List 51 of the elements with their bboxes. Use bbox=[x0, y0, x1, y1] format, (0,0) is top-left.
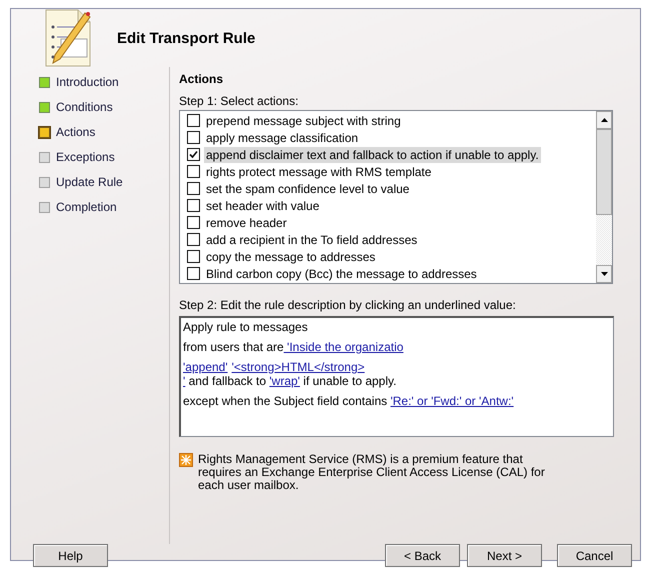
action-item[interactable]: copy the message to addresses bbox=[204, 248, 378, 264]
checkbox[interactable] bbox=[187, 267, 200, 280]
nav-button[interactable]: Next > bbox=[467, 544, 542, 567]
dialog-title: Edit Transport Rule bbox=[117, 30, 256, 46]
nav-button[interactable]: < Back bbox=[385, 544, 460, 567]
checkbox[interactable] bbox=[187, 148, 200, 161]
checkbox[interactable] bbox=[187, 165, 200, 178]
action-item[interactable]: apply message classification bbox=[204, 130, 360, 146]
description-text: Apply rule to messages bbox=[183, 320, 308, 334]
description-text: and fallback to bbox=[188, 374, 268, 388]
action-item[interactable]: rights protect message with RMS template bbox=[204, 164, 434, 180]
value-link[interactable]: '<strong>HTML</strong> bbox=[232, 360, 365, 374]
up-arrow-icon[interactable] bbox=[600, 118, 608, 122]
action-item[interactable]: prepend message subject with string bbox=[204, 112, 403, 128]
wizard-step[interactable]: Completion bbox=[56, 200, 117, 214]
description-text: from users that are bbox=[183, 340, 284, 354]
document-pencil-icon bbox=[45, 9, 92, 67]
action-item[interactable]: Blind carbon copy (Bcc) the message to addresses bbox=[204, 266, 479, 282]
value-link[interactable]: 'Inside the organizatio bbox=[284, 340, 404, 354]
help-button[interactable]: Help bbox=[33, 544, 108, 567]
wizard-step[interactable]: Introduction bbox=[56, 75, 119, 89]
action-item[interactable]: set header with value bbox=[204, 198, 322, 214]
checkbox[interactable] bbox=[187, 233, 200, 246]
wizard-step[interactable]: Update Rule bbox=[56, 175, 123, 189]
checkbox[interactable] bbox=[187, 114, 200, 127]
wizard-step[interactable]: Actions bbox=[56, 125, 96, 139]
exchange-logo-icon bbox=[179, 453, 193, 467]
checkbox[interactable] bbox=[187, 250, 200, 263]
action-item[interactable]: set the spam confidence level to value bbox=[204, 180, 412, 196]
checkbox[interactable] bbox=[187, 199, 200, 212]
scrollbar[interactable] bbox=[596, 111, 612, 283]
step-label: Step 2: Edit the rule description by clicking an underlined value: bbox=[179, 298, 517, 312]
wizard-step[interactable]: Conditions bbox=[56, 100, 113, 114]
action-item[interactable]: append disclaimer text and fallback to action if unable to apply. bbox=[204, 146, 541, 162]
notice-text: Rights Management Service (RMS) is a premium feature that requires an Exchange Enterprise Client Access License (CAL) for each user mailbox. bbox=[198, 453, 546, 492]
checkbox[interactable] bbox=[187, 216, 200, 229]
checkbox[interactable] bbox=[187, 131, 200, 144]
value-link[interactable]: ' bbox=[183, 374, 186, 388]
action-item[interactable]: remove header bbox=[204, 214, 289, 230]
description-text: if unable to apply. bbox=[302, 374, 396, 388]
cancel-button[interactable]: Cancel bbox=[557, 544, 632, 567]
wizard-step[interactable]: Exceptions bbox=[56, 150, 115, 164]
value-link[interactable]: 'append' bbox=[183, 360, 228, 374]
description-text: except when the Subject field contains bbox=[183, 394, 388, 408]
down-arrow-icon[interactable] bbox=[600, 272, 608, 276]
action-item[interactable]: add a recipient in the To field addresses bbox=[204, 232, 420, 248]
step-label: Step 1: Select actions: bbox=[179, 94, 300, 108]
section-title: Actions bbox=[179, 71, 224, 88]
value-link[interactable]: 'wrap' bbox=[269, 374, 300, 388]
value-link[interactable]: 'Re:' or 'Fwd:' or 'Antw:' bbox=[390, 394, 514, 408]
checkbox[interactable] bbox=[187, 182, 200, 195]
